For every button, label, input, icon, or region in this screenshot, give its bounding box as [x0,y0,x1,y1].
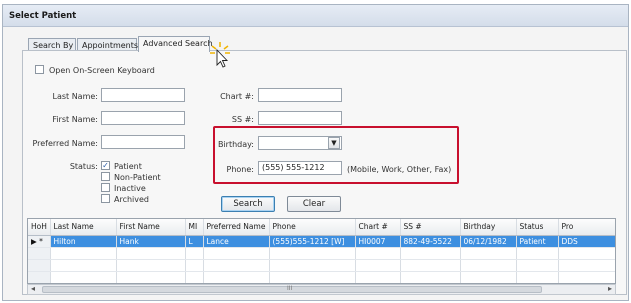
column-header[interactable]: Preferred Name [203,219,270,236]
status-label: Status: [69,162,98,171]
scroll-left-icon[interactable]: ◂ [31,284,35,293]
window-title: Select Patient [9,11,77,21]
first-name-label: First Name: [52,115,98,124]
column-header[interactable]: Chart # [355,219,401,236]
scrollbar-thumb[interactable]: III [42,285,542,293]
cell-first-name: Hank [116,235,186,248]
preferred-name-input[interactable] [101,135,185,149]
first-name-input[interactable] [101,111,185,125]
table-row [28,271,615,283]
status-patient-checkbox[interactable]: ✓ [101,161,110,170]
column-header[interactable]: Status [516,219,559,236]
status-archived-label: Archived [114,195,150,204]
column-header[interactable]: Birthday [460,219,517,236]
cell-ss: 882-49-5522 [400,235,461,248]
cell-provider: DDS [558,235,615,248]
chart-input[interactable] [258,88,342,102]
cell-chart: HI0007 [355,235,401,248]
column-header[interactable]: First Name [116,219,186,236]
cell-last-name: Hilton [50,235,117,248]
ss-input[interactable] [258,111,342,125]
status-inactive-checkbox[interactable] [101,183,110,192]
tab-advanced-search[interactable]: Advanced Search [138,36,213,52]
column-header[interactable]: Last Name [50,219,117,236]
preferred-name-label: Preferred Name: [32,139,98,148]
last-name-label: Last Name: [52,92,98,101]
cell-status: Patient [516,235,559,248]
table-row [28,247,615,260]
column-header[interactable]: SS # [400,219,461,236]
ss-label: SS #: [231,115,254,124]
chart-label: Chart #: [220,92,254,101]
last-name-input[interactable] [101,88,185,102]
keyboard-label: Open On-Screen Keyboard [49,66,155,75]
column-header[interactable]: MI [185,219,204,236]
grid-header-row: HoH Last Name First Name MI Preferred Na… [28,219,615,236]
cell-birthday: 06/12/1982 [460,235,517,248]
cell-phone: (555)555-1212 [W] [269,235,356,248]
highlight-callout [213,126,459,184]
status-non-patient-checkbox[interactable] [101,172,110,181]
column-header[interactable]: Pro [558,219,615,236]
scroll-right-icon[interactable]: ▸ [608,284,612,293]
table-row [28,259,615,272]
status-patient-label: Patient [114,162,142,171]
status-non-patient-label: Non-Patient [114,173,161,182]
scrollbar-grip: III [287,285,293,292]
results-grid: HoH Last Name First Name MI Preferred Na… [27,218,616,284]
horizontal-scrollbar[interactable]: ◂ III ▸ [27,284,616,295]
table-row[interactable]: ▶ * Hilton Hank L Lance (555)555-1212 [W… [28,235,615,248]
column-header[interactable]: Phone [269,219,356,236]
row-pointer-icon: ▶ [31,236,37,246]
row-marker: ▶ * [28,235,51,248]
clear-button[interactable]: Clear [287,196,341,212]
column-header[interactable]: HoH [28,219,51,236]
cell-mi: L [185,235,204,248]
keyboard-checkbox[interactable] [35,65,44,74]
status-inactive-label: Inactive [114,184,146,193]
cell-preferred-name: Lance [203,235,270,248]
title-bar: Select Patient [3,5,628,27]
search-button[interactable]: Search [221,196,275,212]
status-archived-checkbox[interactable] [101,194,110,203]
